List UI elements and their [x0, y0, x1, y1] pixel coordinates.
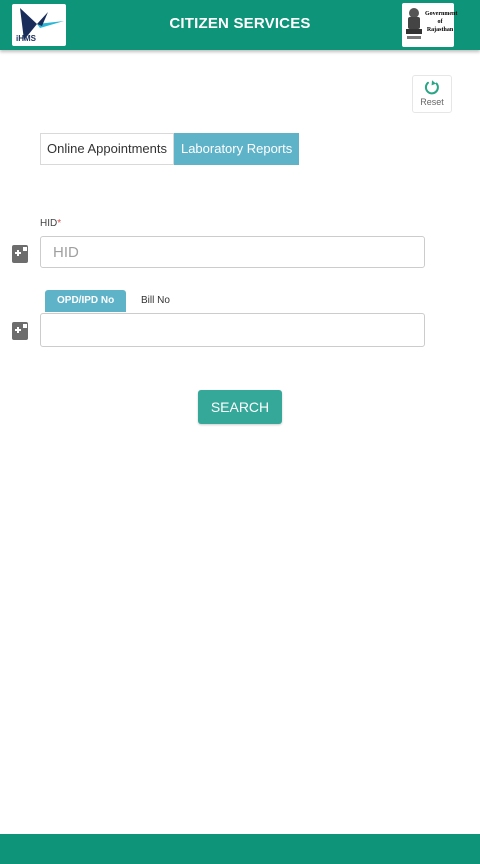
- reset-button[interactable]: Reset: [412, 75, 452, 113]
- refresh-icon: [424, 80, 439, 95]
- national-emblem-icon: [406, 8, 422, 39]
- opd-ipd-toggle[interactable]: OPD/IPD No: [45, 290, 127, 312]
- app-header: iHMS CITIZEN SERVICES Government of Raja…: [0, 0, 480, 50]
- search-button[interactable]: SEARCH: [198, 390, 282, 424]
- opd-ipd-number-input[interactable]: [40, 313, 425, 347]
- reset-label: Reset: [420, 97, 444, 107]
- required-mark: *: [57, 218, 62, 229]
- tab-laboratory-reports[interactable]: Laboratory Reports: [173, 133, 300, 165]
- service-tabs: Online Appointments Laboratory Reports: [40, 133, 300, 165]
- hospital-card-icon[interactable]: [12, 243, 28, 263]
- tab-online-appointments[interactable]: Online Appointments: [40, 133, 174, 165]
- government-text: Government of Rajasthan: [425, 11, 458, 33]
- hospital-card-icon[interactable]: [12, 320, 28, 340]
- hid-label: HID*: [40, 218, 62, 229]
- hid-input[interactable]: [40, 236, 425, 268]
- government-logo: Government of Rajasthan: [402, 3, 458, 47]
- app-footer: [0, 834, 480, 864]
- bill-no-toggle[interactable]: Bill No: [129, 290, 182, 312]
